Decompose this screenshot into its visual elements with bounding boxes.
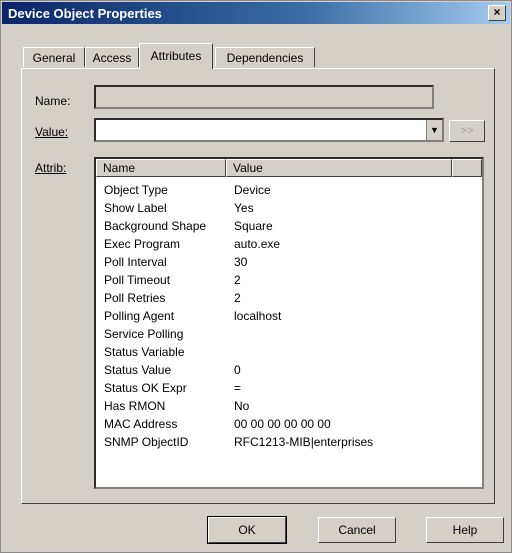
list-item[interactable]: MAC Address 00 00 00 00 00 00: [96, 415, 482, 433]
attrib-value: 0: [234, 363, 241, 377]
attrib-value: Square: [234, 219, 273, 233]
cancel-button[interactable]: Cancel: [318, 517, 396, 543]
attrib-value: Device: [234, 183, 271, 197]
list-item[interactable]: Poll Timeout 2: [96, 271, 482, 289]
attrib-name: Poll Timeout: [104, 273, 171, 287]
attrib-name: Polling Agent: [104, 309, 175, 323]
attrib-name: Object Type: [104, 183, 168, 197]
list-item[interactable]: SNMP ObjectID RFC1213-MIB|enterprises: [96, 433, 482, 451]
attrib-name: Poll Retries: [104, 291, 166, 305]
list-item[interactable]: Status Variable: [96, 343, 482, 361]
list-item[interactable]: Object Type Device: [96, 181, 482, 199]
attrib-name: Service Polling: [104, 327, 184, 341]
attrib-list[interactable]: Name Value Object Type Device Show Label Ye…: [94, 157, 484, 489]
dialog-window: Device Object Properties × General Acces…: [0, 0, 512, 553]
attrib-value: Yes: [234, 201, 254, 215]
list-item[interactable]: Show Label Yes: [96, 199, 482, 217]
list-item[interactable]: Status OK Expr =: [96, 379, 482, 397]
chevron-down-icon[interactable]: ▼: [426, 120, 442, 140]
attrib-name: Status Value: [104, 363, 172, 377]
list-item[interactable]: Status Value 0: [96, 361, 482, 379]
name-label: Name:: [35, 94, 71, 108]
help-button[interactable]: Help: [426, 517, 504, 543]
attrib-name: Show Label: [104, 201, 167, 215]
list-item[interactable]: Polling Agent localhost: [96, 307, 482, 325]
value-label: Value:: [35, 125, 69, 139]
attrib-name: SNMP ObjectID: [104, 435, 189, 449]
attrib-value: RFC1213-MIB|enterprises: [234, 435, 374, 449]
attrib-name: Status OK Expr: [104, 381, 187, 395]
list-item[interactable]: Poll Interval 30: [96, 253, 482, 271]
tab-dependencies[interactable]: Dependencies: [215, 47, 315, 67]
list-item[interactable]: Poll Retries 2: [96, 289, 482, 307]
list-item[interactable]: Has RMON No: [96, 397, 482, 415]
column-header-name[interactable]: Name: [96, 159, 226, 177]
attrib-value: =: [234, 381, 242, 395]
attrib-name: MAC Address: [104, 417, 178, 431]
attrib-name: Exec Program: [104, 237, 181, 251]
attrib-name: Background Shape: [104, 219, 207, 233]
column-header-value[interactable]: Value: [226, 159, 452, 177]
value-combobox[interactable]: ▼: [94, 118, 444, 142]
attrib-value: 00 00 00 00 00 00: [234, 417, 331, 431]
attrib-name: Poll Interval: [104, 255, 167, 269]
list-item[interactable]: Exec Program auto.exe: [96, 235, 482, 253]
close-icon[interactable]: ×: [488, 5, 506, 21]
name-field: [94, 85, 434, 109]
attrib-value: 30: [234, 255, 248, 269]
window-title: Device Object Properties: [8, 6, 162, 21]
list-item[interactable]: Background Shape Square: [96, 217, 482, 235]
tab-attributes[interactable]: Attributes: [139, 43, 213, 69]
attrib-name: Status Variable: [104, 345, 185, 359]
attrib-value: No: [234, 399, 250, 413]
attrib-value: auto.exe: [234, 237, 281, 251]
attrib-value: 2: [234, 291, 241, 305]
ok-button[interactable]: OK: [207, 516, 287, 544]
list-item[interactable]: Service Polling: [96, 325, 482, 343]
tab-access[interactable]: Access: [85, 47, 139, 67]
attrib-value: 2: [234, 273, 241, 287]
attrib-label: Attrib:: [35, 161, 67, 175]
attrib-value: localhost: [234, 309, 282, 323]
title-bar[interactable]: Device Object Properties ×: [2, 2, 510, 24]
tab-general[interactable]: General: [23, 47, 85, 67]
column-header-filler: [452, 159, 482, 177]
attrib-name: Has RMON: [104, 399, 166, 413]
more-button[interactable]: >>: [449, 120, 485, 142]
list-header: Name Value: [96, 159, 482, 177]
